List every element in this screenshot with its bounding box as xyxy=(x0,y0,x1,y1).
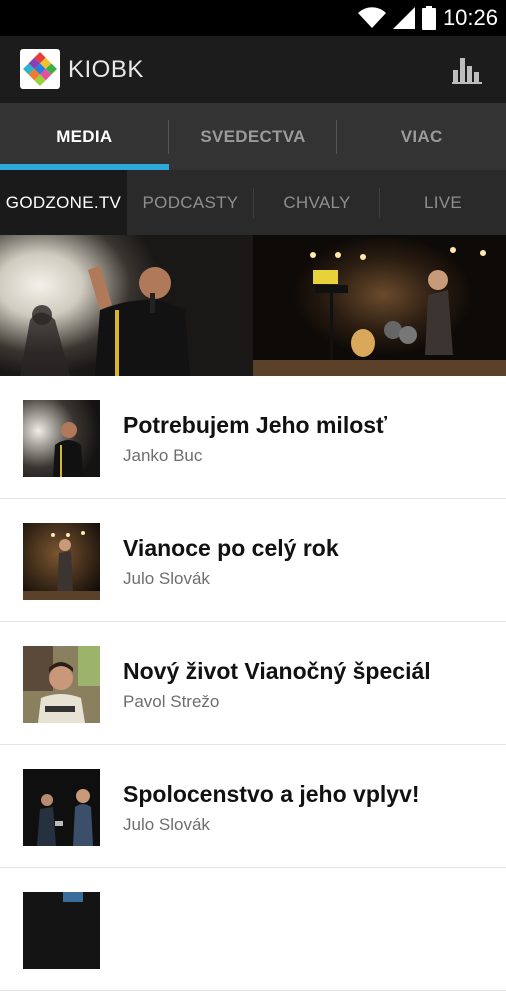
subtab-godzone-tv[interactable]: GODZONE.TV xyxy=(0,170,127,235)
item-thumbnail xyxy=(23,769,100,846)
status-time: 10:26 xyxy=(442,5,498,30)
app-logo[interactable] xyxy=(20,49,60,89)
media-list: Potrebujem Jeho milosť Janko Buc Vianoce… xyxy=(0,376,506,991)
stats-button[interactable] xyxy=(446,51,488,89)
item-title: Potrebujem Jeho milosť xyxy=(123,412,388,438)
list-item[interactable] xyxy=(0,868,506,991)
list-item[interactable]: Spolocenstvo a jeho vplyv! Julo Slovák xyxy=(0,745,506,868)
item-author: Julo Slovák xyxy=(123,569,210,588)
battery-icon xyxy=(421,6,436,30)
item-author: Pavol Strežo xyxy=(123,692,220,711)
status-bar: 10:26 xyxy=(0,0,506,36)
list-item[interactable]: Potrebujem Jeho milosť Janko Buc xyxy=(0,376,506,499)
subtab-podcasty[interactable]: PODCASTY xyxy=(127,170,254,235)
tab-label: VIAC xyxy=(400,126,443,146)
sub-tabs: GODZONE.TV PODCASTY CHVALY LIVE xyxy=(0,170,506,235)
app-bar: KIOBK xyxy=(0,36,506,103)
item-thumbnail xyxy=(23,523,100,600)
subtab-label: PODCASTY xyxy=(142,192,239,212)
item-title: Spolocenstvo a jeho vplyv! xyxy=(123,781,420,807)
tab-media[interactable]: MEDIA xyxy=(0,103,169,170)
item-thumbnail xyxy=(23,400,100,477)
tab-label: SVEDECTVA xyxy=(200,126,306,146)
wifi-icon xyxy=(357,7,386,29)
banner-image-speaker xyxy=(0,235,253,376)
list-item[interactable]: Nový život Vianočný špeciál Pavol Strežo xyxy=(0,622,506,745)
featured-banner[interactable] xyxy=(0,235,506,376)
main-tabs: MEDIA SVEDECTVA VIAC xyxy=(0,103,506,170)
item-title: Vianoce po celý rok xyxy=(123,535,339,561)
subtab-chvaly[interactable]: CHVALY xyxy=(254,170,380,235)
bar-chart-icon xyxy=(452,58,482,84)
subtab-label: CHVALY xyxy=(283,192,351,212)
list-item[interactable]: Vianoce po celý rok Julo Slovák xyxy=(0,499,506,622)
item-author: Janko Buc xyxy=(123,446,203,465)
item-title: Nový život Vianočný špeciál xyxy=(123,658,431,684)
item-author: Julo Slovák xyxy=(123,815,210,834)
tab-label: MEDIA xyxy=(56,126,113,146)
item-thumbnail xyxy=(23,646,100,723)
item-thumbnail xyxy=(23,892,100,969)
signal-icon xyxy=(392,7,415,29)
banner-image-stage xyxy=(253,235,506,376)
subtab-label: LIVE xyxy=(423,192,463,212)
subtab-live[interactable]: LIVE xyxy=(380,170,506,235)
status-icons: 10:26 xyxy=(357,5,498,31)
subtab-label: GODZONE.TV xyxy=(5,192,122,212)
app-title: KIOBK xyxy=(68,56,144,83)
tab-svedectva[interactable]: SVEDECTVA xyxy=(169,103,338,170)
tab-viac[interactable]: VIAC xyxy=(337,103,506,170)
